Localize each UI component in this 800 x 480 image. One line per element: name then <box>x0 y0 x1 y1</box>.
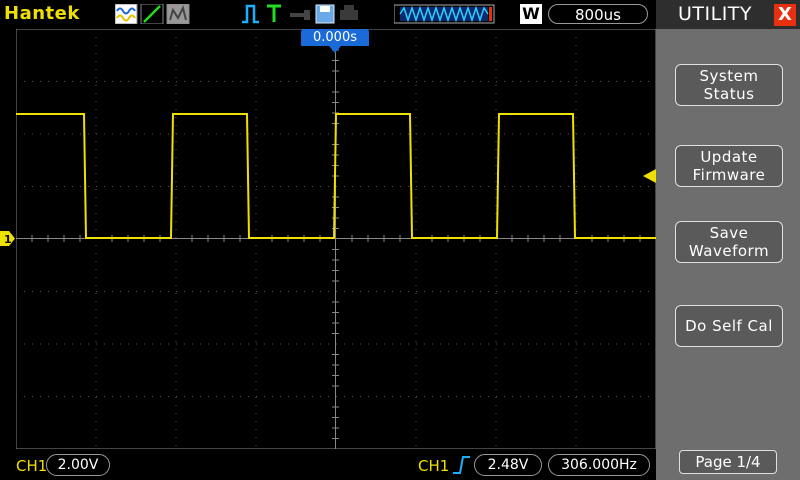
trigger-source-label: CH1 <box>418 457 450 475</box>
self-cal-button[interactable]: Do Self Cal <box>675 305 783 347</box>
system-status-button[interactable]: System Status <box>675 64 783 106</box>
timebase-value[interactable]: 800us <box>548 4 648 24</box>
waveform-display <box>16 29 656 449</box>
page-button[interactable]: Page 1/4 <box>679 450 777 474</box>
acquire-mode-icons <box>115 4 190 24</box>
close-icon[interactable]: X <box>774 4 796 26</box>
frequency-readout: 306.000Hz <box>548 454 650 476</box>
utility-title: UTILITY <box>678 3 753 25</box>
button-line: Save <box>709 224 749 242</box>
button-line: Do Self Cal <box>685 317 773 335</box>
trigger-level-value[interactable]: 2.48V <box>474 454 542 476</box>
button-line: Update <box>700 148 758 166</box>
timebase-mode-badge: W <box>520 4 542 24</box>
trigger-status-icons <box>242 4 358 24</box>
button-line: Status <box>703 85 755 103</box>
rising-edge-icon <box>453 456 470 474</box>
memory-window-icon <box>394 4 495 24</box>
button-line: Waveform <box>688 242 770 260</box>
svg-text:1: 1 <box>4 233 12 246</box>
ch1-scale[interactable]: 2.00V <box>46 454 110 476</box>
button-line: Firmware <box>692 166 766 184</box>
trigger-position-label[interactable]: 0.000s <box>301 29 369 46</box>
brand-logo: Hantek <box>4 3 80 24</box>
update-firmware-button[interactable]: Update Firmware <box>675 145 783 187</box>
ch1-ground-marker[interactable]: 1 <box>0 231 15 246</box>
trigger-level-marker[interactable] <box>643 169 656 183</box>
button-line: System <box>699 67 759 85</box>
ch1-label: CH1 <box>16 457 48 475</box>
trigger-position-arrow <box>329 46 341 53</box>
save-waveform-button[interactable]: Save Waveform <box>675 221 783 263</box>
